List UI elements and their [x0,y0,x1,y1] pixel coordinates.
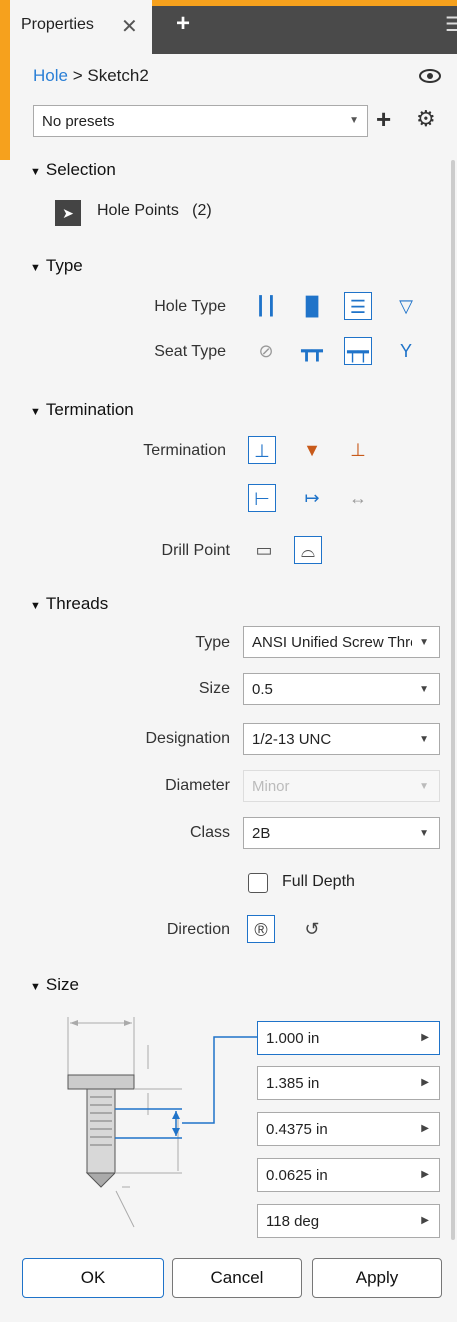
section-threads[interactable]: ▼ Threads [30,594,108,614]
chevron-down-icon: ▼ [349,115,359,126]
designation-label: Designation [145,730,231,747]
simple-hole-icon[interactable]: ┃┃ [252,292,280,320]
thread-type-label: Type [195,634,230,651]
thread-size-dropdown[interactable]: 0.5 ▼ [243,673,440,705]
size-field-angle[interactable]: 118 deg ▶ [257,1204,440,1238]
diameter-value: Minor [252,778,290,795]
hole-type-label: Hole Type [154,298,226,315]
chevron-down-icon: ▼ [419,684,429,695]
ok-button[interactable]: OK [22,1258,164,1298]
seat-type-label: Seat Type [154,343,226,360]
angled-drill-point-icon[interactable]: ⌓ [294,536,322,564]
chevron-right-icon[interactable]: ▶ [421,1032,429,1043]
add-preset-icon[interactable]: + [376,104,391,135]
spotface-icon[interactable]: ┯┯ [344,337,372,365]
countersink-icon[interactable]: Y [392,337,420,365]
chevron-down-icon: ▼ [419,781,429,792]
diameter-label: Diameter [165,777,230,794]
distance-termination-icon[interactable]: ⊥ [248,436,276,464]
chevron-right-icon[interactable]: ▶ [421,1215,429,1226]
size-value: 0.0625 in [266,1167,328,1184]
flat-drill-point-icon[interactable]: ▭ [250,536,278,564]
direction-two-icon[interactable]: ↦ [298,484,326,512]
presets-dropdown[interactable]: No presets ▼ [33,105,368,137]
thread-size-value: 0.5 [252,681,273,698]
chevron-down-icon: ▼ [419,637,429,648]
collapse-triangle-icon: ▼ [30,262,41,274]
drill-point-label: Drill Point [161,542,230,559]
tab-title: Properties [21,16,94,33]
tapped-hole-icon[interactable]: ☰ [344,292,372,320]
left-hand-thread-icon[interactable]: ↺ [298,915,326,943]
cancel-button[interactable]: Cancel [172,1258,302,1298]
section-title: Type [45,256,83,275]
collapse-triangle-icon: ▼ [30,600,41,612]
size-field-diameter[interactable]: 0.4375 in ▶ [257,1112,440,1146]
through-all-icon[interactable]: ▼ [298,436,326,464]
section-size[interactable]: ▼ Size [30,975,79,995]
to-face-icon[interactable]: ⊥ [344,436,372,464]
full-depth-checkbox[interactable] [248,873,268,893]
section-title: Selection [45,160,116,179]
window-accent-edge [0,0,10,160]
chevron-right-icon[interactable]: ▶ [421,1169,429,1180]
section-selection[interactable]: ▼ Selection [30,160,116,180]
gear-icon[interactable]: ⚙ [416,106,436,132]
menu-icon[interactable]: ☰ [445,12,457,37]
class-value: 2B [252,825,271,842]
section-title: Threads [45,594,109,613]
size-value: 0.4375 in [266,1121,328,1138]
breadcrumb-current: Sketch2 [87,66,149,85]
thread-type-value: ANSI Unified Screw Threads [252,634,412,651]
class-label: Class [189,824,230,841]
termination-label: Termination [143,442,226,459]
diameter-dropdown: Minor ▼ [243,770,440,802]
size-field-offset[interactable]: 0.0625 in ▶ [257,1158,440,1192]
thread-size-label: Size [198,680,230,697]
thread-type-dropdown[interactable]: ANSI Unified Screw Threads ▼ [243,626,440,658]
full-depth-label: Full Depth [282,873,355,890]
collapse-triangle-icon: ▼ [30,981,41,993]
section-title: Termination [45,400,134,419]
breadcrumb-hole-link[interactable]: Hole [33,66,68,85]
hole-points-label: Hole Points [97,202,179,219]
close-icon[interactable]: ✕ [121,14,138,39]
section-type[interactable]: ▼ Type [30,256,83,276]
size-value: 1.385 in [266,1075,320,1092]
size-field-depth[interactable]: 1.000 in ▶ [257,1021,440,1055]
counterbore-icon[interactable]: ┳┳ [298,337,326,365]
add-tab-icon[interactable]: + [176,10,190,38]
no-seat-icon[interactable]: ⊘ [252,337,280,365]
breadcrumb-separator: > [72,66,83,85]
chevron-right-icon[interactable]: ▶ [421,1123,429,1134]
designation-dropdown[interactable]: 1/2-13 UNC ▼ [243,723,440,755]
size-value: 1.000 in [266,1030,320,1047]
section-title: Size [45,975,79,994]
symmetric-direction-icon[interactable]: ↔ [344,484,372,512]
collapse-triangle-icon: ▼ [30,406,41,418]
select-cursor-icon[interactable]: ➤ [55,200,81,226]
chevron-right-icon[interactable]: ▶ [421,1077,429,1088]
scrollbar[interactable] [451,160,455,1240]
designation-value: 1/2-13 UNC [252,731,332,748]
hole-points-selector[interactable]: Hole Points (2) [97,202,212,220]
hole-diagram [67,1017,257,1228]
chevron-down-icon: ▼ [419,734,429,745]
breadcrumb: Hole > Sketch2 [33,66,149,86]
direction-one-icon[interactable]: ⊢ [248,484,276,512]
chevron-down-icon: ▼ [419,828,429,839]
section-termination[interactable]: ▼ Termination [30,400,134,420]
class-dropdown[interactable]: 2B ▼ [243,817,440,849]
eye-icon[interactable] [418,68,442,84]
taper-tapped-hole-icon[interactable]: ▽ [392,292,420,320]
hole-points-count: (2) [192,202,212,219]
apply-button[interactable]: Apply [312,1258,442,1298]
clearance-hole-icon[interactable]: ▐▌ [298,292,326,320]
direction-label: Direction [166,921,230,938]
right-hand-thread-icon[interactable]: ® [247,915,275,943]
presets-value: No presets [42,113,115,130]
size-field-head-depth[interactable]: 1.385 in ▶ [257,1066,440,1100]
collapse-triangle-icon: ▼ [30,166,41,178]
size-value: 118 deg [266,1213,320,1230]
